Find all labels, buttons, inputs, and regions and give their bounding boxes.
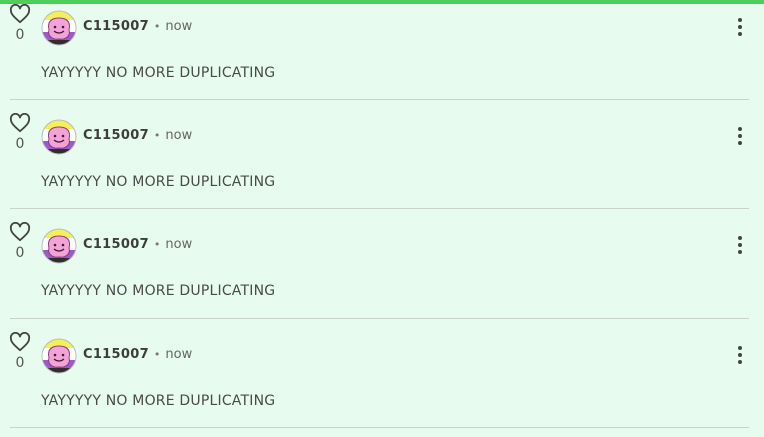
meta-separator: • [153,20,161,33]
like-control: 0 [8,332,32,371]
like-count: 0 [15,355,25,371]
timestamp: now [165,128,193,143]
avatar[interactable] [41,338,77,374]
username-link[interactable]: C115007 [83,347,149,362]
comment-item: 0 C115007 • now YAYYYYY NO MORE DUPLICATIN… [0,328,764,437]
heart-icon[interactable] [9,113,31,133]
timestamp: now [165,19,193,34]
meta-separator: • [153,129,161,142]
heart-icon[interactable] [9,222,31,242]
like-count: 0 [15,136,25,152]
meta-separator: • [153,238,161,251]
comment-divider [10,99,749,100]
comment-text: YAYYYYY NO MORE DUPLICATING [41,283,276,299]
avatar[interactable] [41,119,77,155]
more-vertical-icon[interactable] [730,16,750,38]
username-link[interactable]: C115007 [83,128,149,143]
comment-divider [10,208,749,209]
username-link[interactable]: C115007 [83,19,149,34]
avatar[interactable] [41,10,77,46]
comment-item: 0 C115007 • now YAYYYYY NO MORE DUPLICATIN… [0,109,764,218]
comment-divider [10,318,749,319]
like-control: 0 [8,222,32,261]
more-vertical-icon[interactable] [730,234,750,256]
comment-text: YAYYYYY NO MORE DUPLICATING [41,65,276,81]
like-count: 0 [15,245,25,261]
comment-text: YAYYYYY NO MORE DUPLICATING [41,174,276,190]
like-count: 0 [15,27,25,43]
avatar[interactable] [41,228,77,264]
like-control: 0 [8,113,32,152]
comment-divider [10,427,749,428]
more-vertical-icon[interactable] [730,344,750,366]
comment-item: 0 C115007 • now YAYYYYY NO MORE DUPLICATIN… [0,218,764,327]
heart-icon[interactable] [9,332,31,352]
comment-text: YAYYYYY NO MORE DUPLICATING [41,393,276,409]
timestamp: now [165,347,193,362]
heart-icon[interactable] [9,4,31,24]
like-control: 0 [8,4,32,43]
comment-meta: C115007 • now [83,19,192,34]
comment-meta: C115007 • now [83,128,192,143]
comment-item: 0 C115007 • now YAYYYYY NO MORE DUPLICATIN… [0,0,764,109]
comment-meta: C115007 • now [83,237,192,252]
more-vertical-icon[interactable] [730,125,750,147]
username-link[interactable]: C115007 [83,237,149,252]
comment-feed: 0 C115007 • now YAYYYYY NO MORE DUPLICATIN… [0,0,764,434]
comment-meta: C115007 • now [83,347,192,362]
timestamp: now [165,237,193,252]
meta-separator: • [153,348,161,361]
